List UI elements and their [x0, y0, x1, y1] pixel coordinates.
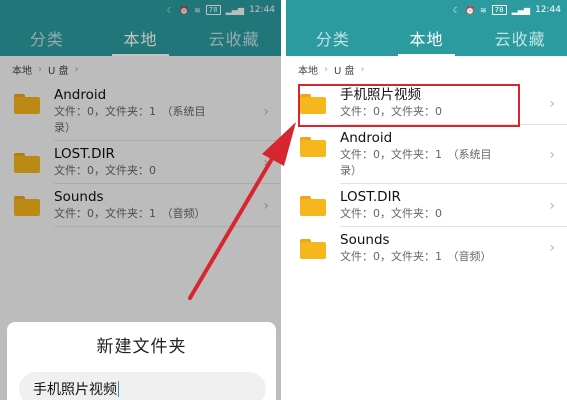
folder-name-input[interactable]: 手机照片视频: [19, 372, 266, 400]
chevron-right-icon: ›: [38, 63, 42, 75]
item-meta: 文件：0，文件夹：1 （音频）: [340, 250, 492, 263]
chevron-right-icon: ›: [74, 63, 79, 75]
folder-icon: [300, 137, 326, 157]
battery-icon: 78: [491, 5, 507, 15]
item-name: Sounds: [340, 232, 390, 248]
breadcrumb: 本地 › U 盘 ›: [286, 56, 567, 82]
tab-bar: 分类 本地 云收藏: [0, 20, 281, 56]
chevron-right-icon: ›: [360, 63, 365, 75]
list-item[interactable]: Android 文件：0，文件夹：1 （系统目 录） ›: [0, 82, 281, 141]
status-time: 12:44: [535, 5, 561, 15]
item-meta: 录）: [340, 164, 362, 177]
item-name: LOST.DIR: [54, 146, 115, 162]
folder-icon: [14, 196, 40, 216]
alarm-icon: ⏰: [465, 5, 475, 15]
folder-name-value: 手机照片视频: [33, 382, 117, 398]
chevron-right-icon: ›: [549, 197, 555, 214]
left-screenshot: ☾ ⏰ ≋ 78 ▂▄▆ 12:44 分类 本地 云收藏 本地 › U 盘 › …: [0, 0, 281, 400]
chevron-right-icon: ›: [263, 154, 269, 171]
signal-icon: ▂▄▆: [511, 5, 531, 15]
status-time: 12:44: [249, 5, 275, 15]
tab-cloud[interactable]: 云收藏: [187, 20, 281, 56]
folder-icon: [14, 153, 40, 173]
tab-cloud[interactable]: 云收藏: [473, 20, 567, 56]
right-screenshot: ☾ ⏰ ≋ 78 ▂▄▆ 12:44 分类 本地 云收藏 本地 › U 盘 › …: [286, 0, 567, 400]
alarm-icon: ⏰: [179, 5, 189, 15]
folder-icon: [14, 94, 40, 114]
wifi-icon: ≋: [193, 5, 201, 15]
list-item[interactable]: Android 文件：0，文件夹：1 （系统目 录） ›: [286, 125, 567, 184]
chevron-right-icon: ›: [324, 63, 328, 75]
breadcrumb-local[interactable]: 本地: [298, 62, 318, 77]
battery-icon: 78: [205, 5, 221, 15]
item-meta: 文件：0，文件夹：0: [54, 164, 156, 177]
item-name: Sounds: [54, 189, 104, 205]
folder-icon: [300, 239, 326, 259]
tab-local[interactable]: 本地: [380, 20, 474, 56]
text-cursor: [118, 381, 119, 397]
tab-bar: 分类 本地 云收藏: [286, 20, 567, 56]
breadcrumb-udisk[interactable]: U 盘: [334, 62, 355, 77]
item-meta: 文件：0，文件夹：1 （音频）: [54, 207, 206, 220]
breadcrumb: 本地 › U 盘 ›: [0, 56, 281, 82]
wifi-icon: ≋: [479, 5, 487, 15]
signal-icon: ▂▄▆: [225, 5, 245, 15]
list-item[interactable]: LOST.DIR 文件：0，文件夹：0 ›: [286, 184, 567, 227]
chevron-right-icon: ›: [549, 146, 555, 163]
tab-local[interactable]: 本地: [94, 20, 188, 56]
item-name: Android: [54, 87, 107, 103]
item-name: LOST.DIR: [340, 189, 401, 205]
chevron-right-icon: ›: [263, 197, 269, 214]
item-meta: 文件：0，文件夹：1 （系统目: [54, 105, 206, 118]
new-folder-dialog: 新建文件夹 手机照片视频: [7, 322, 276, 400]
dialog-title: 新建文件夹: [96, 337, 187, 357]
list-item[interactable]: LOST.DIR 文件：0，文件夹：0 ›: [0, 141, 281, 184]
chevron-right-icon: ›: [549, 95, 555, 112]
tab-category[interactable]: 分类: [286, 20, 380, 56]
item-meta: 文件：0，文件夹：1 （系统目: [340, 148, 492, 161]
moon-icon: ☾: [452, 5, 460, 15]
tab-category[interactable]: 分类: [0, 20, 94, 56]
moon-icon: ☾: [166, 5, 174, 15]
new-folder-highlight-box: [298, 84, 520, 127]
folder-icon: [300, 196, 326, 216]
list-item[interactable]: Sounds 文件：0，文件夹：1 （音频） ›: [0, 184, 281, 227]
chevron-right-icon: ›: [549, 240, 555, 256]
breadcrumb-udisk[interactable]: U 盘: [48, 62, 69, 77]
item-name: Android: [340, 130, 393, 146]
item-meta: 文件：0，文件夹：0: [340, 207, 442, 220]
file-list: Android 文件：0，文件夹：1 （系统目 录） › LOST.DIR 文件…: [0, 82, 281, 227]
status-bar: ☾ ⏰ ≋ 78 ▂▄▆ 12:44: [0, 0, 281, 20]
status-bar: ☾ ⏰ ≋ 78 ▂▄▆ 12:44: [286, 0, 567, 20]
chevron-right-icon: ›: [263, 103, 269, 120]
breadcrumb-local[interactable]: 本地: [12, 62, 32, 77]
list-item[interactable]: Sounds 文件：0，文件夹：1 （音频） ›: [286, 227, 567, 269]
item-meta: 录）: [54, 121, 76, 134]
